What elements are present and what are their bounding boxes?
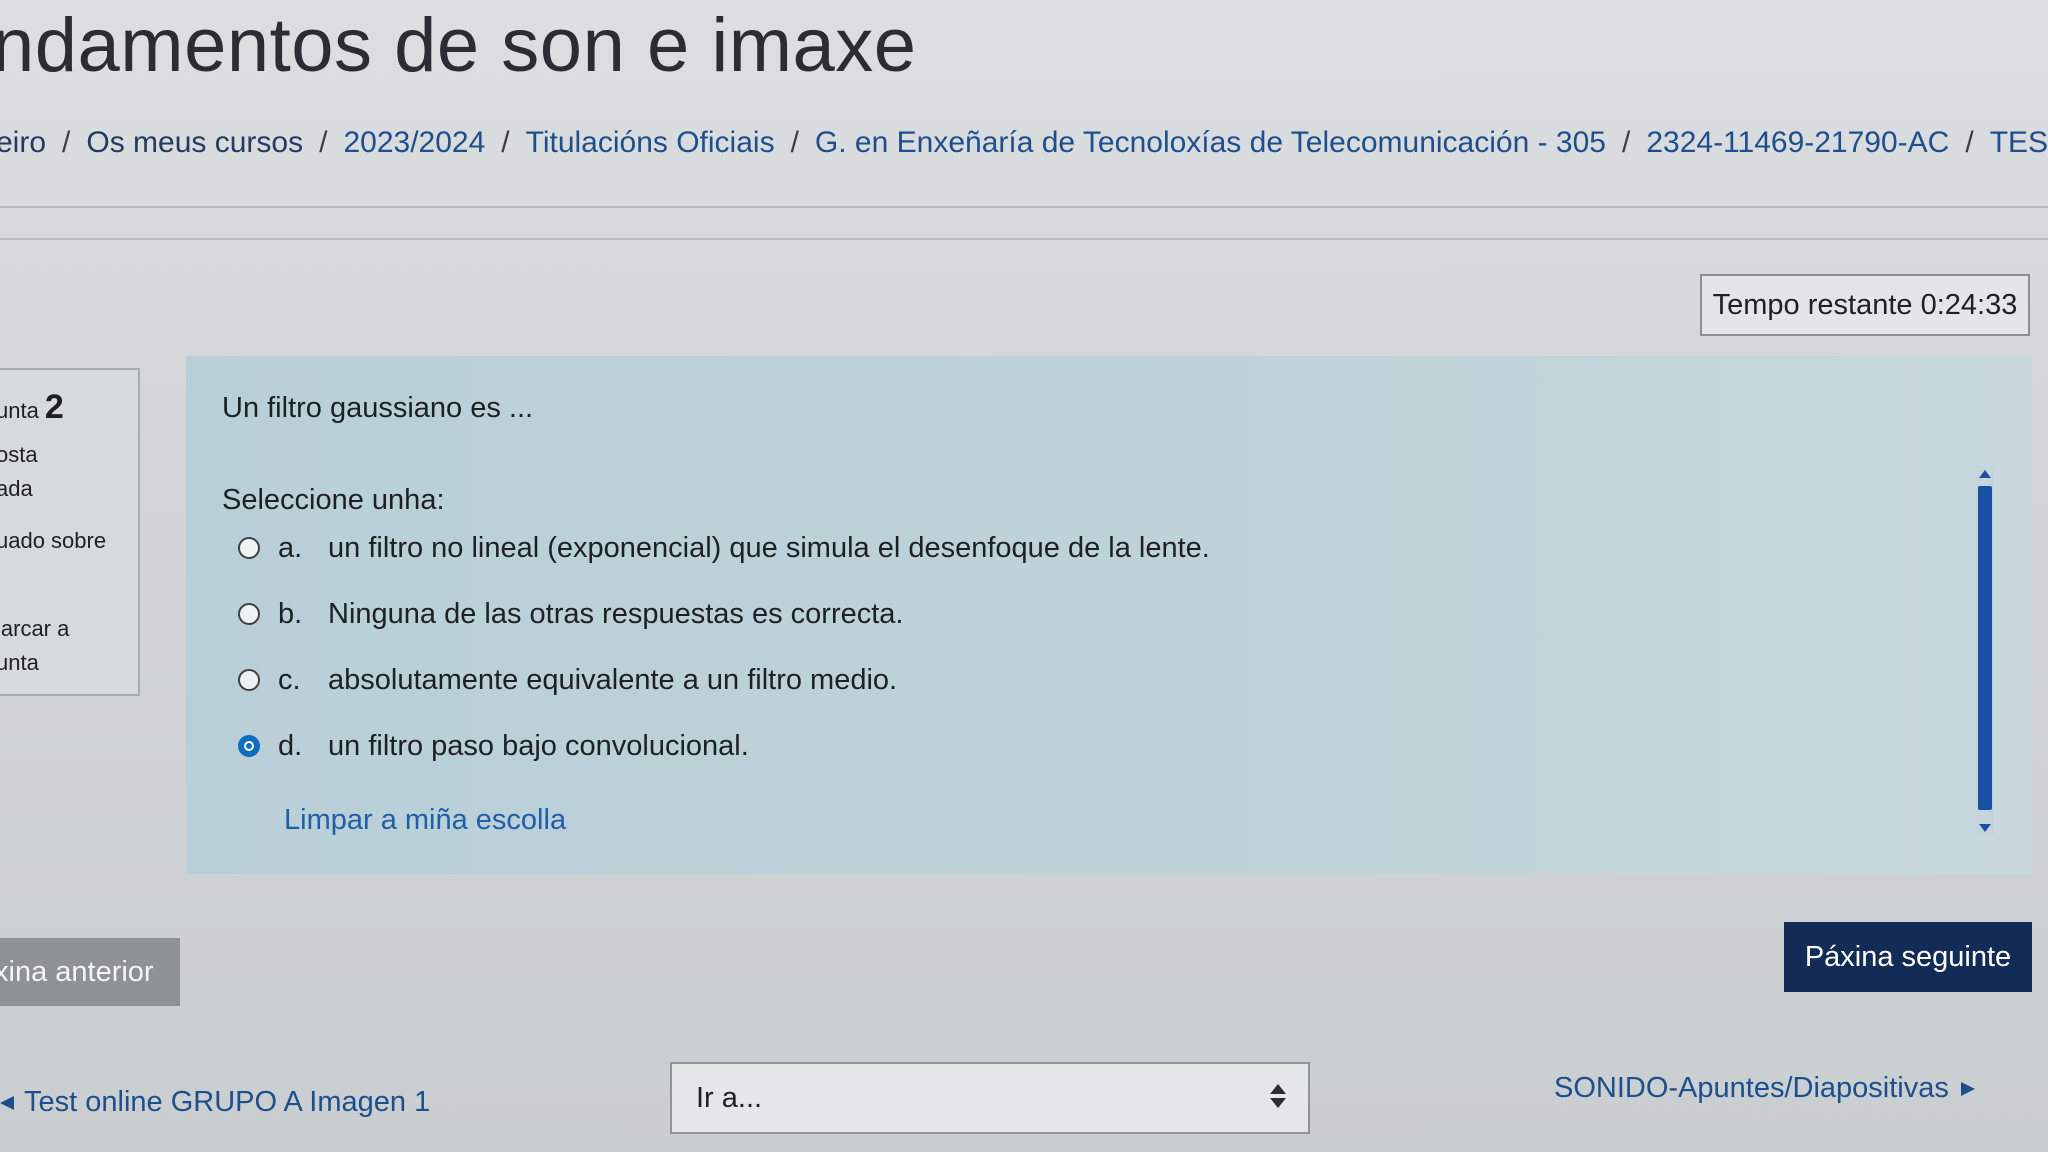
breadcrumb-separator: / [790,126,799,159]
scroll-up-icon[interactable] [1979,470,1991,478]
next-page-button[interactable]: Páxina seguinte [1784,922,2032,992]
radio-button[interactable] [238,669,260,691]
breadcrumb-item-my-courses[interactable]: Os meus cursos [86,126,303,160]
page-title: ndamentos de son e imaxe [0,3,917,88]
next-activity-label: SONIDO-Apuntes/Diapositivas [1554,1072,1949,1104]
divider [0,206,2048,208]
breadcrumb-separator: / [501,126,510,159]
answer-option-d[interactable]: d. un filtro paso bajo convolucional. [238,724,749,768]
previous-activity-label: Test online GRUPO A Imagen 1 [24,1086,431,1118]
answer-option-letter: a. [278,531,303,564]
flag-question-link[interactable]: unta [0,650,39,676]
vertical-scrollbar[interactable] [1976,466,1994,836]
jump-to-select[interactable]: Ir a... [670,1062,1310,1134]
answer-option-c[interactable]: c. absolutamente equivalente a un filtro… [238,658,897,702]
radio-button-selected[interactable] [238,735,260,757]
question-card: Un filtro gaussiano es ... Seleccione un… [186,356,2032,874]
breadcrumb-item-degrees[interactable]: Titulacións Oficiais [526,126,775,160]
clear-choice-link[interactable]: Limpar a miña escolla [284,804,566,837]
previous-page-button[interactable]: xina anterior [0,938,180,1006]
answer-option-letter: b. [278,597,303,630]
answer-option-text: un filtro paso bajo convolucional. [328,729,749,762]
breadcrumb-item-course[interactable]: 2324-11469-21790-AC [1646,126,1949,160]
breadcrumb-separator: / [1621,126,1631,159]
breadcrumb-separator: / [62,126,71,159]
scroll-down-icon[interactable] [1979,824,1991,832]
answer-option-text: un filtro no lineal (exponencial) que si… [328,531,1210,564]
answer-option-text: Ninguna de las otras respuestas es corre… [328,597,904,630]
next-activity-link[interactable]: SONIDO-Apuntes/Diapositivas [1554,1072,1975,1105]
question-status-line: osta [0,442,38,467]
select-arrows-icon [1270,1084,1286,1112]
answer-option-letter: c. [278,663,301,696]
question-number-prefix: unta [0,398,39,423]
question-info-panel: unta 2 osta ada uado sobre larcar a unta [0,368,140,696]
previous-activity-link[interactable]: Test online GRUPO A Imagen 1 [0,1086,430,1119]
flag-question-link[interactable]: larcar a [0,616,69,642]
jump-to-select-value: Ir a... [696,1081,763,1114]
answer-option-text: absolutamente equivalente a un filtro me… [328,663,898,696]
answer-option-b[interactable]: b. Ninguna de las otras respuestas es co… [238,592,903,636]
divider [0,238,2048,240]
radio-button[interactable] [238,537,260,559]
question-number-value: 2 [44,388,64,426]
answer-option-letter: d. [278,729,303,762]
breadcrumb-item-year[interactable]: 2023/2024 [343,126,485,160]
arrow-right-icon [1960,1081,1975,1096]
question-mark-line: uado sobre [0,528,107,553]
arrow-left-icon [0,1095,14,1110]
radio-button[interactable] [238,603,260,625]
scrollbar-thumb[interactable] [1978,486,1992,810]
question-number: unta 2 [0,388,64,427]
time-remaining-timer: Tempo restante 0:24:33 [1700,274,2030,336]
answer-prompt: Seleccione unha: [222,484,445,516]
breadcrumb-item-home[interactable]: eiro [0,126,46,160]
question-text: Un filtro gaussiano es ... [222,392,534,424]
breadcrumb-item-degree[interactable]: G. en Enxeñaría de Tecnoloxías de Teleco… [815,126,1606,160]
answer-option-a[interactable]: a. un filtro no lineal (exponencial) que… [238,526,1210,570]
question-status-line: ada [0,476,33,501]
breadcrumb-separator: / [1965,126,1974,159]
breadcrumb-separator: / [319,126,328,159]
breadcrumb: eiro / Os meus cursos / 2023/2024 / Titu… [0,118,2048,168]
breadcrumb-item-test[interactable]: TEST ONL [1990,126,2048,160]
